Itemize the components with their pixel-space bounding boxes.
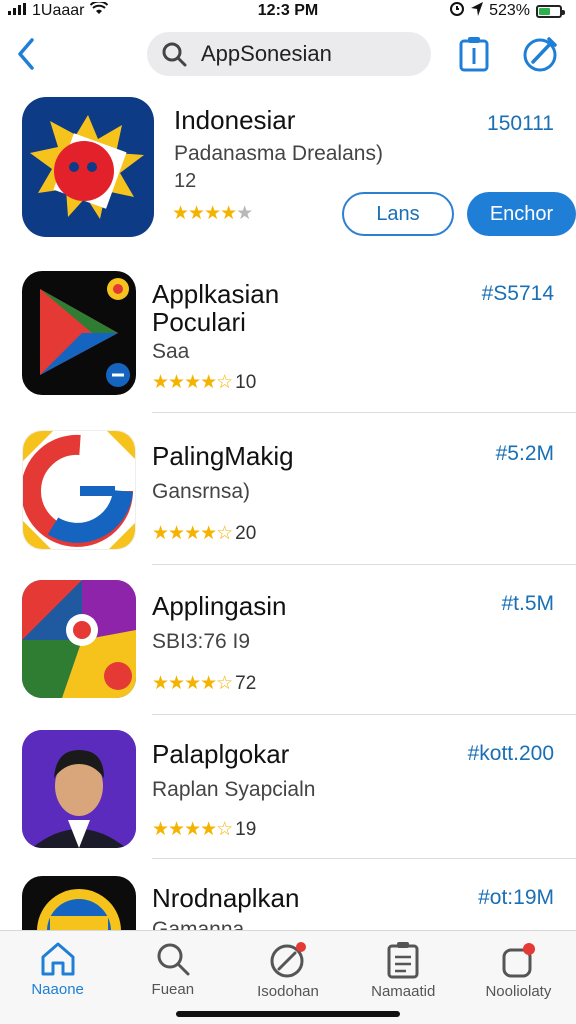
app-title-line2: Poculari (152, 307, 246, 337)
play-store-icon (40, 278, 130, 387)
rating-stars: ★★★★☆ 20 (152, 522, 257, 545)
notification-icon (502, 943, 536, 978)
app-subtitle: SBI3:76 I9 (152, 630, 251, 653)
clipboard-icon (387, 942, 419, 979)
app-price: #t.5M (501, 592, 554, 615)
app-title: Applingasin (152, 591, 287, 621)
tab-notifications[interactable]: Nooliolaty (461, 931, 576, 1024)
app-subtitle: Gamanna (152, 918, 245, 930)
profile-portrait-icon (22, 730, 136, 848)
secondary-action-button[interactable]: Lans (342, 192, 454, 236)
app-row[interactable]: Applingasin SBI3:76 I9 ★★★★☆ 72 #t.5M (0, 578, 576, 718)
app-icon-nrodnaplkan (22, 876, 136, 930)
badge-logo-icon (37, 889, 121, 930)
header (0, 28, 576, 80)
compass-edit-icon (523, 37, 557, 72)
app-title: Applkasian (152, 279, 280, 309)
tab-bar: Naaone Fuean Isodohan Namaatid Nooliolat… (0, 930, 576, 1024)
tab-label: Fuean (151, 981, 195, 998)
compose-button[interactable] (520, 34, 560, 74)
rating-count: 72 (235, 672, 257, 694)
sun-face-icon (30, 115, 144, 219)
battery-icon (536, 4, 565, 18)
tab-home[interactable]: Naaone (0, 931, 115, 1024)
app-icon-applingasin (22, 580, 136, 698)
divider (152, 412, 576, 413)
app-title: Indonesiar (174, 105, 296, 135)
app-icon-applkasian (22, 271, 136, 395)
primary-action-button[interactable]: Enchor (467, 192, 576, 236)
app-price: #S5714 (481, 282, 554, 305)
divider (152, 858, 576, 859)
signal-icon (8, 2, 26, 20)
tab-label: Naaone (31, 981, 84, 998)
divider (152, 714, 576, 715)
app-price: #5:2M (495, 442, 554, 465)
tab-label: Nooliolaty (485, 983, 552, 1000)
status-left: 1Uaaar (8, 0, 109, 20)
app-title: PalingMakig (152, 441, 294, 471)
app-price: #kott.200 (467, 742, 554, 765)
home-icon (41, 942, 75, 976)
divider (152, 564, 576, 565)
carrier-name: 1Uaaar (32, 2, 85, 19)
rating-stars: ★★★★☆ 10 (152, 371, 257, 394)
app-row[interactable]: Applkasian Poculari Saa ★★★★☆ 10 #S5714 (0, 268, 576, 418)
compass-icon (270, 942, 306, 978)
location-icon (471, 1, 484, 21)
alarm-icon (449, 1, 465, 22)
rating-stars: ★★★★☆ 72 (152, 672, 257, 695)
google-g-icon (23, 431, 135, 549)
status-bar: 1Uaaar 12:3 PM 523% (0, 0, 576, 22)
tab-label: Isodohan (257, 983, 319, 1000)
rating-stars: ★★★★☆ 19 (152, 818, 257, 841)
home-indicator (176, 1011, 400, 1017)
app-row[interactable]: Indonesiar Padanasma Drealans) 12 ★★★★ ★ … (0, 92, 576, 252)
chevron-left-icon (18, 38, 34, 70)
app-list: Indonesiar Padanasma Drealans) 12 ★★★★ ★ … (0, 92, 576, 930)
app-subtitle: Saa (152, 340, 190, 363)
app-icon-palingmakig (22, 430, 136, 550)
app-price: 150111 (487, 112, 554, 135)
status-right: 523% (449, 1, 565, 22)
rating-count: 10 (235, 371, 257, 393)
app-price: #ot:19M (478, 886, 554, 909)
app-row[interactable]: PalingMakig Gansrnsa) ★★★★☆ 20 #5:2M (0, 428, 576, 568)
app-row[interactable]: Nrodnaplkan Gamanna #ot:19M (0, 874, 576, 930)
search-input[interactable] (201, 41, 411, 67)
wifi-icon (90, 0, 109, 20)
app-icon-palaplgokar (22, 730, 136, 848)
app-title: Nrodnaplkan (152, 883, 300, 913)
app-subtitle: Raplan Syapcialn (152, 778, 316, 801)
rating-stars: ★★★★ ★ (172, 203, 253, 224)
app-row[interactable]: Palaplgokar Raplan Syapcialn ★★★★☆ 19 #ko… (0, 728, 576, 868)
battery-percent: 523% (489, 2, 530, 19)
colorful-map-icon (22, 580, 136, 698)
app-meta: 12 (174, 170, 197, 192)
tab-label: Namaatid (371, 983, 436, 1000)
share-button[interactable] (454, 34, 494, 74)
rating-count: 19 (235, 818, 257, 840)
app-subtitle: Gansrnsa) (152, 480, 251, 503)
clipboard-icon (459, 37, 489, 72)
search-icon (162, 42, 187, 67)
search-bar[interactable] (147, 32, 431, 76)
app-icon-indonesiar (22, 97, 154, 237)
app-title: Palaplgokar (152, 739, 290, 769)
rating-count: 20 (235, 522, 257, 544)
search-icon (157, 943, 190, 976)
back-button[interactable] (10, 34, 42, 74)
app-subtitle: Padanasma Drealans) (174, 142, 383, 165)
